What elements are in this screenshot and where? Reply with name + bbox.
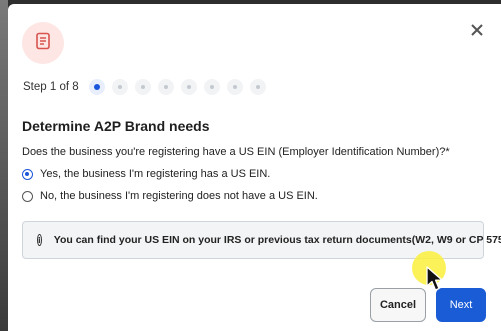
step-dot-3 xyxy=(134,79,151,95)
step-dot-1 xyxy=(88,79,105,95)
form-question: Does the business you're registering hav… xyxy=(22,146,450,158)
modal-dialog: Step 1 of 8 Determine A2P Brand needs Do… xyxy=(8,4,501,331)
form-title: Determine A2P Brand needs xyxy=(22,118,210,134)
step-dot-4 xyxy=(157,79,174,95)
radio-option-yes[interactable]: Yes, the business I'm registering has a … xyxy=(22,168,270,180)
radio-no-label[interactable]: No, the business I'm registering does no… xyxy=(40,190,318,202)
step-dot-8 xyxy=(249,79,266,95)
close-button[interactable] xyxy=(466,21,488,43)
radio-yes-label[interactable]: Yes, the business I'm registering has a … xyxy=(40,168,270,180)
radio-yes[interactable] xyxy=(22,168,33,180)
mouse-cursor-icon xyxy=(426,266,444,297)
document-icon xyxy=(35,32,51,55)
step-label: Step 1 of 8 xyxy=(23,81,79,93)
step-dots xyxy=(88,79,273,95)
backdrop xyxy=(0,0,8,331)
cancel-button[interactable]: Cancel xyxy=(370,288,426,322)
radio-no[interactable] xyxy=(22,190,33,202)
step-dot-7 xyxy=(226,79,243,95)
info-text: You can find your US EIN on your IRS or … xyxy=(53,234,501,246)
step-dot-6 xyxy=(203,79,220,95)
step-dot-5 xyxy=(180,79,197,95)
step-dot-2 xyxy=(111,79,128,95)
stepper: Step 1 of 8 xyxy=(23,79,273,95)
info-banner: i You can find your US EIN on your IRS o… xyxy=(22,221,501,259)
header-icon-circle xyxy=(22,22,64,64)
radio-option-no[interactable]: No, the business I'm registering does no… xyxy=(22,190,318,202)
info-icon: i xyxy=(37,234,42,246)
close-icon[interactable] xyxy=(471,23,483,41)
